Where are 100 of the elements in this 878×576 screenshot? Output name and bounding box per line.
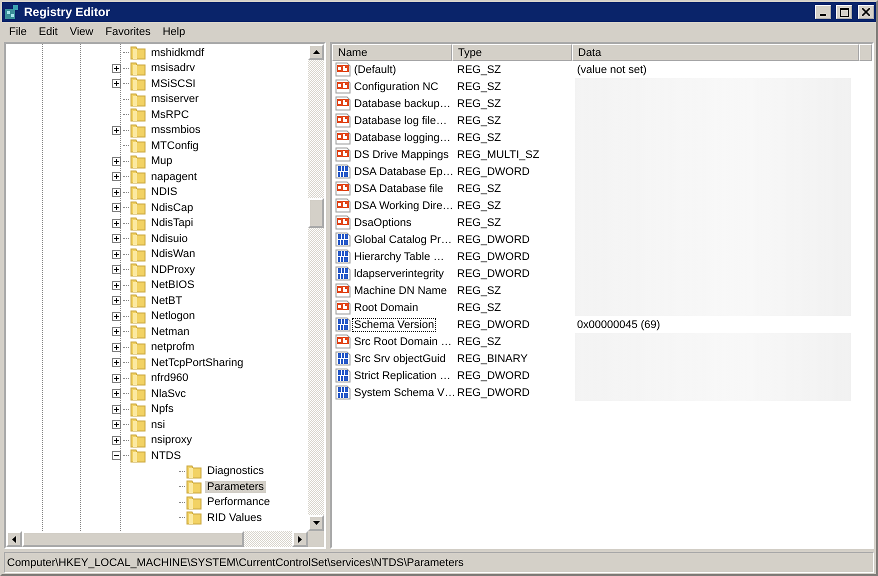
expand-button[interactable] <box>112 265 121 274</box>
expand-button[interactable] <box>112 156 121 166</box>
tree-item[interactable]: NTDS <box>149 450 183 462</box>
collapse-button[interactable] <box>112 451 121 460</box>
tree-item[interactable]: Mup <box>149 155 174 168</box>
tree-item[interactable]: netprofm <box>149 341 196 354</box>
tree-item[interactable]: nsi <box>149 418 168 431</box>
tree-item[interactable]: mshidkmdf <box>149 46 206 59</box>
tree-item[interactable]: NetTcpPortSharing <box>149 356 246 369</box>
tree-item[interactable]: nfrd960 <box>149 372 190 384</box>
expand-button[interactable] <box>112 234 121 244</box>
expand-button[interactable] <box>112 126 121 135</box>
value-name[interactable]: Schema Version <box>352 318 436 332</box>
value-name[interactable]: Database log file… <box>352 114 449 128</box>
expand-button[interactable] <box>112 327 121 336</box>
value-name[interactable]: Global Catalog Pr… <box>352 232 454 246</box>
expand-button[interactable] <box>112 342 121 352</box>
menu-item[interactable]: Help <box>158 26 190 38</box>
string-value-icon <box>335 62 351 77</box>
value-name[interactable]: Database backup… <box>352 96 453 110</box>
value-type: REG_SZ <box>456 132 502 144</box>
scroll-up-button[interactable] <box>308 44 324 60</box>
tree-item[interactable]: NdisCap <box>149 202 196 214</box>
expand-button[interactable] <box>112 79 121 88</box>
string-value-icon <box>335 215 351 230</box>
value-name[interactable]: Machine DN Name <box>352 284 449 298</box>
value-name[interactable]: Database logging… <box>352 130 453 144</box>
tree-item[interactable]: Netman <box>149 326 192 338</box>
expand-button[interactable] <box>112 250 121 259</box>
value-name[interactable]: Src Srv objectGuid <box>352 352 448 366</box>
tree-item[interactable]: NdisWan <box>149 248 198 260</box>
tree-item[interactable]: NDProxy <box>149 264 198 276</box>
tree-item[interactable]: MSiSCSI <box>149 78 198 90</box>
tree-item[interactable]: MsRPC <box>149 108 191 121</box>
value-name[interactable]: ldapserverintegrity <box>352 266 446 280</box>
value-type: REG_SZ <box>456 64 502 76</box>
tree-item[interactable]: MTConfig <box>149 140 201 152</box>
maximize-button[interactable] <box>836 5 852 19</box>
tree-item[interactable]: NlaSvc <box>149 388 188 400</box>
menu-item[interactable]: File <box>4 26 32 38</box>
scroll-down-button[interactable] <box>308 515 324 531</box>
close-button[interactable] <box>858 5 874 19</box>
value-name[interactable]: Configuration NC <box>352 80 440 94</box>
value-name[interactable]: DSA Database Ep… <box>352 164 456 178</box>
value-name[interactable]: DSA Working Dire… <box>352 198 456 212</box>
tree-item[interactable]: Ndisuio <box>149 232 190 245</box>
column-header[interactable]: Data <box>572 44 859 61</box>
folder-icon <box>130 386 146 402</box>
tree-item[interactable]: NDIS <box>149 186 180 198</box>
menu-item[interactable]: Favorites <box>100 26 156 38</box>
expand-button[interactable] <box>112 312 121 321</box>
value-name[interactable]: Hierarchy Table … <box>352 250 446 264</box>
value-name[interactable]: Root Domain <box>352 300 420 314</box>
folder-icon <box>130 60 146 76</box>
menu-item[interactable]: Edit <box>34 26 63 38</box>
expand-button[interactable] <box>112 296 121 306</box>
tree-item[interactable]: msisadrv <box>149 62 198 74</box>
expand-button[interactable] <box>112 64 121 73</box>
tree-item[interactable]: Parameters <box>205 480 266 493</box>
folder-icon <box>130 278 146 293</box>
expand-button[interactable] <box>112 374 121 383</box>
expand-button[interactable] <box>112 389 121 398</box>
expand-button[interactable] <box>112 218 121 228</box>
scroll-left-button[interactable] <box>6 531 22 547</box>
tree-item[interactable]: nsiproxy <box>149 434 194 446</box>
value-name[interactable]: DS Drive Mappings <box>352 148 451 162</box>
scrollbar-thumb[interactable] <box>308 198 324 228</box>
tree-item[interactable]: RID Values <box>205 512 264 524</box>
expand-button[interactable] <box>112 420 121 430</box>
tree-item[interactable]: Netlogon <box>149 310 198 322</box>
menu-item[interactable]: View <box>64 26 98 38</box>
tree-item[interactable]: Npfs <box>149 403 176 416</box>
expand-button[interactable] <box>112 203 121 212</box>
scrollbar-thumb[interactable] <box>22 531 244 547</box>
value-name[interactable]: DSA Database file <box>352 182 446 196</box>
minimize-button[interactable] <box>815 5 831 19</box>
tree-item[interactable]: msiserver <box>149 93 201 106</box>
value-name[interactable]: Strict Replication … <box>352 368 453 382</box>
expand-button[interactable] <box>112 404 121 414</box>
tree-item[interactable]: mssmbios <box>149 124 203 136</box>
expand-button[interactable] <box>112 188 121 197</box>
tree-item[interactable]: NetBT <box>149 294 184 307</box>
expand-button[interactable] <box>112 436 121 445</box>
value-name[interactable]: (Default) <box>352 62 398 76</box>
tree-item[interactable]: napagent <box>149 170 199 183</box>
value-type: REG_DWORD <box>456 318 531 330</box>
expand-button[interactable] <box>112 358 121 368</box>
tree-item[interactable]: NdisTapi <box>149 217 196 230</box>
tree-item[interactable]: Performance <box>205 496 272 508</box>
value-name[interactable]: DsaOptions <box>352 216 414 230</box>
expand-button[interactable] <box>112 280 121 290</box>
value-name[interactable]: System Schema V… <box>352 386 458 400</box>
column-header[interactable]: Name <box>332 44 452 61</box>
tree-item[interactable]: Diagnostics <box>205 465 266 478</box>
expand-button[interactable] <box>112 172 121 182</box>
value-name[interactable]: Src Root Domain … <box>352 334 454 348</box>
tree-item[interactable]: NetBIOS <box>149 279 196 292</box>
column-header[interactable]: Type <box>452 44 572 61</box>
string-value-icon <box>335 300 351 315</box>
scroll-right-button[interactable] <box>292 531 308 547</box>
